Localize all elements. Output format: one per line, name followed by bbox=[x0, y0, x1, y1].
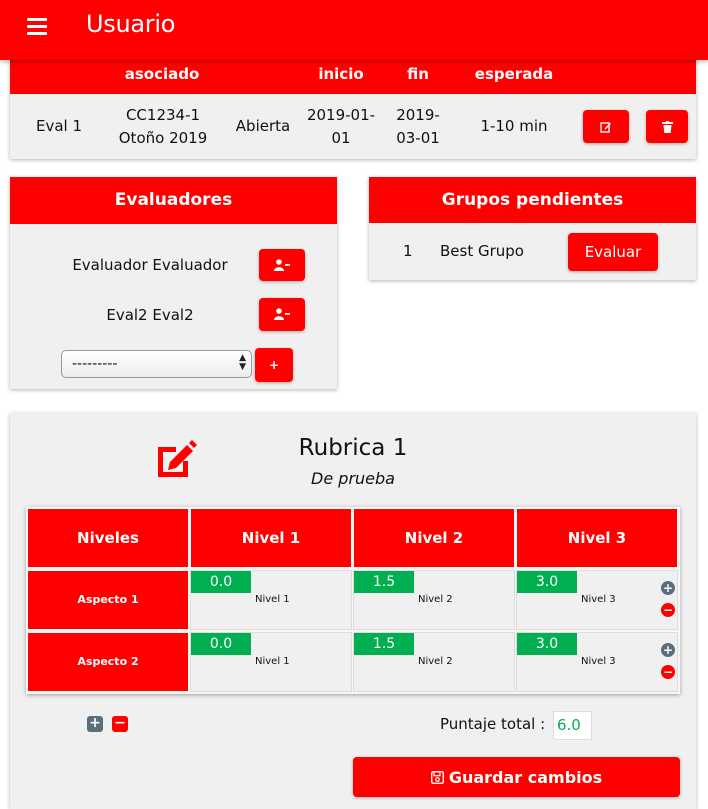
cell-level-label: Nivel 3 bbox=[581, 656, 616, 667]
evaluator-name: Evaluador Evaluador bbox=[72, 256, 228, 274]
save-changes-button[interactable]: Guardar cambios bbox=[353, 757, 680, 797]
cell-level-label: Nivel 2 bbox=[418, 594, 453, 605]
score-value: 0.0 bbox=[191, 633, 251, 655]
select-arrows-icon: ▲ ▼ bbox=[239, 353, 246, 372]
grid-header-level: Nivel 3 bbox=[517, 509, 677, 567]
hamburger-menu-icon[interactable] bbox=[27, 18, 47, 35]
user-minus-icon bbox=[274, 259, 290, 271]
rubric-cell[interactable]: 3.0 Nivel 3 + − bbox=[516, 570, 678, 630]
top-app-bar: Usuario bbox=[0, 0, 708, 60]
evaluator-select-value: --------- bbox=[72, 356, 118, 372]
evaluate-group-button[interactable]: Evaluar bbox=[568, 233, 658, 271]
rubric-panel: Rubrica 1 De prueba Niveles Nivel 1 Nive… bbox=[10, 413, 696, 809]
eval-name: Eval 1 bbox=[35, 117, 83, 135]
eval-start-line2: 01 bbox=[331, 129, 351, 147]
column-header-esperada: esperada bbox=[474, 65, 554, 83]
score-value: 3.0 bbox=[517, 571, 577, 593]
column-header-fin: fin bbox=[407, 65, 429, 83]
add-level-icon[interactable]: + bbox=[661, 581, 675, 595]
aspect-label: Aspecto 1 bbox=[28, 571, 188, 629]
grid-header-niveles: Niveles bbox=[28, 509, 188, 567]
evaluator-name: Eval2 Eval2 bbox=[106, 306, 194, 324]
aspect-label: Aspecto 2 bbox=[28, 633, 188, 691]
remove-aspect-icon[interactable]: − bbox=[112, 716, 128, 732]
cell-level-label: Nivel 1 bbox=[255, 594, 290, 605]
app-title: Usuario bbox=[86, 10, 176, 38]
eval-end-date: 2019- 03-01 bbox=[388, 104, 448, 150]
eval-course: CC1234-1 Otoño 2019 bbox=[108, 104, 218, 150]
rubric-title: Rubrica 1 bbox=[298, 435, 408, 461]
add-evaluator-button[interactable]: + bbox=[255, 348, 293, 382]
user-minus-icon bbox=[274, 308, 290, 320]
trash-icon bbox=[661, 120, 673, 133]
total-score-label: Puntaje total : bbox=[440, 715, 546, 733]
rubric-subtitle: De prueba bbox=[311, 469, 395, 488]
remove-evaluator-button[interactable] bbox=[259, 249, 305, 281]
rubric-cell[interactable]: 3.0 Nivel 3 + − bbox=[516, 632, 678, 692]
pending-groups-panel: Grupos pendientes 1 Best Grupo Evaluar bbox=[369, 177, 696, 280]
eval-status: Abierta bbox=[235, 117, 291, 135]
eval-course-term: Otoño 2019 bbox=[118, 129, 208, 147]
rubric-cell[interactable]: 1.5 Nivel 2 bbox=[353, 570, 515, 630]
delete-eval-button[interactable] bbox=[646, 110, 688, 143]
evaluators-panel: Evaluadores Evaluador Evaluador Eval2 Ev… bbox=[10, 177, 337, 389]
eval-course-code: CC1234-1 bbox=[125, 106, 201, 124]
remove-level-icon[interactable]: − bbox=[661, 603, 675, 617]
pending-groups-title: Grupos pendientes bbox=[369, 177, 696, 223]
cell-level-label: Nivel 3 bbox=[581, 594, 616, 605]
edit-eval-button[interactable] bbox=[583, 110, 629, 143]
rubric-grid: Niveles Nivel 1 Nivel 2 Nivel 3 Aspecto … bbox=[26, 507, 680, 694]
rubric-cell[interactable]: 0.0 Nivel 1 bbox=[190, 570, 352, 630]
rubric-cell[interactable]: 0.0 Nivel 1 bbox=[190, 632, 352, 692]
remove-level-icon[interactable]: − bbox=[661, 665, 675, 679]
edit-icon bbox=[600, 121, 611, 133]
eval-end-line1: 2019- bbox=[396, 106, 440, 124]
cell-level-label: Nivel 2 bbox=[418, 656, 453, 667]
cell-level-label: Nivel 1 bbox=[255, 656, 290, 667]
save-changes-label: Guardar cambios bbox=[448, 767, 603, 787]
group-name: Best Grupo bbox=[440, 242, 524, 260]
column-header-asociado: asociado bbox=[124, 65, 200, 83]
rubric-cell[interactable]: 1.5 Nivel 2 bbox=[353, 632, 515, 692]
grid-header-level: Nivel 1 bbox=[191, 509, 351, 567]
eval-end-line2: 03-01 bbox=[396, 129, 440, 147]
column-header-inicio: inicio bbox=[318, 65, 364, 83]
remove-evaluator-button[interactable] bbox=[259, 298, 305, 331]
add-aspect-icon[interactable]: + bbox=[87, 716, 103, 732]
add-level-icon[interactable]: + bbox=[661, 643, 675, 657]
eval-start-line1: 2019-01- bbox=[306, 106, 376, 124]
score-value: 1.5 bbox=[354, 571, 414, 593]
total-score-value: 6.0 bbox=[553, 711, 592, 740]
evaluators-title: Evaluadores bbox=[10, 177, 337, 224]
group-number: 1 bbox=[403, 242, 413, 260]
evaluator-select[interactable]: --------- ▲ ▼ bbox=[61, 350, 252, 378]
evaluation-table-header: asociado inicio fin esperada bbox=[10, 56, 696, 94]
evaluation-table: asociado inicio fin esperada Eval 1 CC12… bbox=[10, 56, 696, 159]
eval-start-date: 2019-01- 01 bbox=[302, 104, 380, 150]
score-value: 1.5 bbox=[354, 633, 414, 655]
score-value: 0.0 bbox=[191, 571, 251, 593]
eval-duration: 1-10 min bbox=[480, 117, 548, 135]
score-value: 3.0 bbox=[517, 633, 577, 655]
grid-header-level: Nivel 2 bbox=[354, 509, 514, 567]
floppy-disk-icon bbox=[430, 770, 444, 784]
